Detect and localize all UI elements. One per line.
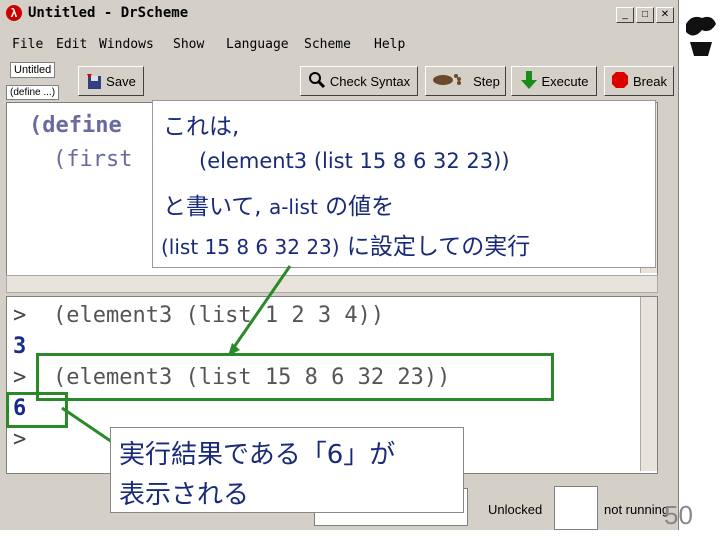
arrow-to-expression xyxy=(230,265,292,351)
result-callout-line-1: 実行結果である「6」が xyxy=(119,440,396,470)
result-callout: 実行結果である「6」が 表示される xyxy=(110,427,464,513)
arrowhead-expression xyxy=(228,343,240,356)
result-callout-line-2: 表示される xyxy=(119,480,250,510)
slide-number: 50 xyxy=(664,500,693,530)
